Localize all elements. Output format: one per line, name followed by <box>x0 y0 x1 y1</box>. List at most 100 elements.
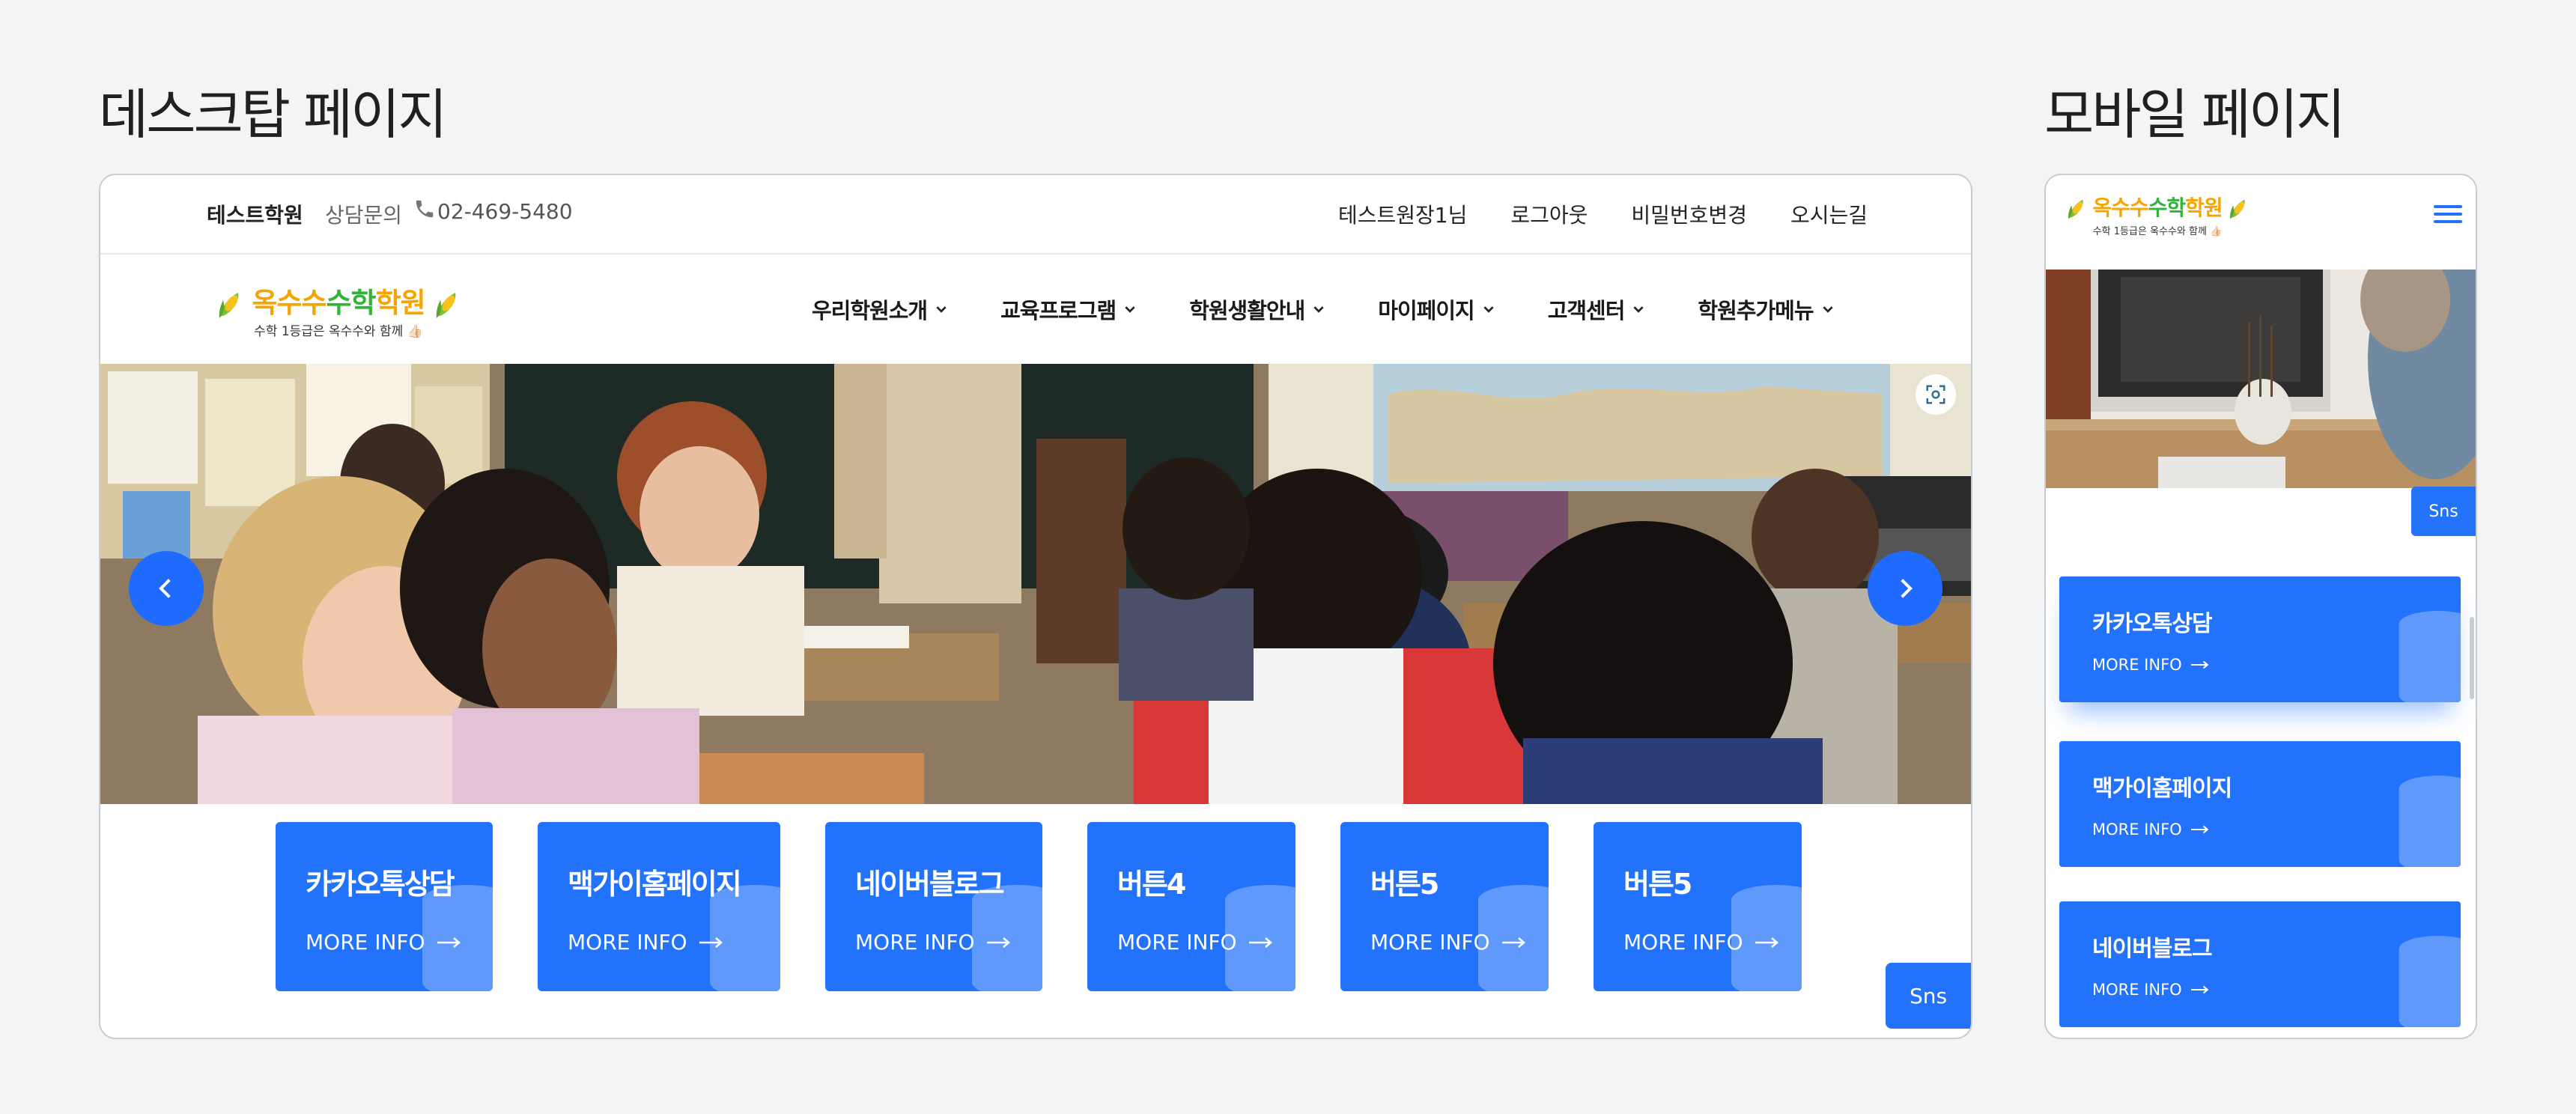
database-icon <box>710 885 780 991</box>
more-info-label: MORE INFO <box>2092 981 2182 999</box>
corn-icon <box>2068 199 2083 219</box>
academy-name[interactable]: 테스트학원 <box>207 199 303 229</box>
quick-button-title: 버튼5 <box>1370 868 1439 901</box>
database-icon <box>1478 885 1549 991</box>
quick-button-title: 버튼5 <box>1623 868 1692 901</box>
database-icon <box>2399 611 2461 702</box>
mobile-sns-button[interactable]: Sns <box>2411 487 2476 536</box>
quick-button-title: 버튼4 <box>1117 868 1186 901</box>
nav-label: 우리학원소개 <box>812 298 928 323</box>
more-info-link: MORE INFO <box>2092 981 2209 999</box>
logo-text-1: 옥수수 <box>252 287 326 319</box>
chevron-right-icon <box>1901 579 1913 598</box>
database-icon <box>2399 776 2461 867</box>
hero-classroom-image <box>100 364 1971 804</box>
logo-text-1: 옥수수 <box>2092 195 2148 220</box>
more-info-label: MORE INFO <box>1370 930 1490 955</box>
quick-button-6[interactable]: 버튼5 MORE INFO <box>1594 822 1802 991</box>
logo-text-2: 수학 <box>326 287 376 319</box>
more-info-label: MORE INFO <box>568 930 687 955</box>
desktop-section-title: 데스크탑 페이지 <box>99 83 448 146</box>
database-icon <box>1225 885 1295 991</box>
nav-label: 고객센터 <box>1547 298 1626 323</box>
nav-label: 학원추가메뉴 <box>1698 298 1814 323</box>
nav-label: 학원생활안내 <box>1189 298 1305 323</box>
quick-button-homepage[interactable]: 맥가이홈페이지 MORE INFO <box>538 822 780 991</box>
chevron-down-icon <box>1822 306 1833 313</box>
more-info-link: MORE INFO <box>2092 656 2209 674</box>
corn-icon <box>219 292 239 318</box>
nav-label: 교육프로그램 <box>1000 298 1117 323</box>
logo-text-2: 수학 <box>2148 195 2187 220</box>
mobile-quick-button-homepage[interactable]: 맥가이홈페이지 MORE INFO <box>2059 741 2461 867</box>
quick-button-title: 맥가이홈페이지 <box>2092 776 2232 802</box>
logo-text-3: 학원 <box>2185 195 2223 220</box>
main-menu: 우리학원소개 교육프로그램 학원생활안내 마이페이지 고객센터 학원추가메뉴 <box>812 293 1835 325</box>
top-link-directions[interactable]: 오시는길 <box>1790 199 1868 229</box>
mobile-scrollbar[interactable] <box>2470 617 2474 699</box>
more-info-label: MORE INFO <box>855 930 975 955</box>
database-icon <box>972 885 1042 991</box>
chevron-down-icon <box>1125 306 1135 313</box>
top-link-logout[interactable]: 로그아웃 <box>1510 199 1588 229</box>
more-info-label: MORE INFO <box>2092 656 2182 674</box>
more-info-label: MORE INFO <box>306 930 425 955</box>
quick-button-title: 카카오톡상담 <box>2092 611 2213 637</box>
quick-button-naver-blog[interactable]: 네이버블로그 MORE INFO <box>825 822 1042 991</box>
mobile-hero-slider[interactable] <box>2046 270 2476 488</box>
database-icon <box>422 885 493 991</box>
mobile-academy-logo[interactable]: 옥수수수학학원 수학 1등급은 옥수수와 함께 👍🏻 <box>2062 192 2253 244</box>
desktop-preview: 테스트학원 상담문의 02-469-5480 테스트원장1님 로그아웃 비밀번호… <box>99 174 1972 1039</box>
phone-number[interactable]: 02-469-5480 <box>437 199 573 224</box>
mobile-quick-button-naver-blog[interactable]: 네이버블로그 MORE INFO <box>2059 901 2461 1027</box>
chevron-down-icon <box>1313 306 1324 313</box>
quick-buttons: 카카오톡상담 MORE INFO 맥가이홈페이지 MORE INFO 네이버블로… <box>100 822 1971 991</box>
nav-item-support[interactable]: 고객센터 <box>1548 293 1646 325</box>
nav-item-programs[interactable]: 교육프로그램 <box>1000 293 1137 325</box>
slider-next-button[interactable] <box>1868 551 1942 626</box>
corn-icon <box>2230 199 2246 219</box>
arrow-right-icon <box>2190 825 2209 834</box>
nav-item-about[interactable]: 우리학원소개 <box>812 293 948 325</box>
database-icon <box>1731 885 1802 991</box>
main-navbar: 옥수수수학학원 수학 1등급은 옥수수와 함께 👍🏻 우리학원소개 교육프로그램… <box>100 255 1971 364</box>
chevron-down-icon <box>936 306 947 313</box>
top-link-user[interactable]: 테스트원장1님 <box>1338 199 1467 229</box>
chevron-down-icon <box>1483 306 1494 313</box>
more-info-label: MORE INFO <box>2092 821 2182 838</box>
corn-icon <box>436 292 455 318</box>
sns-button[interactable]: Sns <box>1886 963 1971 1029</box>
more-info-label: MORE INFO <box>1623 930 1743 955</box>
hamburger-icon[interactable] <box>2432 202 2464 226</box>
arrow-right-icon <box>2190 985 2209 994</box>
fullscreen-button[interactable] <box>1916 374 1956 415</box>
mobile-hero-image <box>2046 270 2476 488</box>
top-links: 테스트원장1님 로그아웃 비밀번호변경 오시는길 <box>1338 199 1868 229</box>
mobile-preview: 옥수수수학학원 수학 1등급은 옥수수와 함께 👍🏻 Sns 카카오톡상담 MO… <box>2044 174 2477 1039</box>
scan-icon <box>1926 385 1945 404</box>
hero-slider[interactable] <box>100 364 1971 804</box>
slider-prev-button[interactable] <box>129 551 204 626</box>
database-icon <box>2399 936 2461 1027</box>
mobile-section-title: 모바일 페이지 <box>2044 83 2345 146</box>
consult-label: 상담문의 <box>325 203 403 228</box>
nav-label: 마이페이지 <box>1378 298 1474 323</box>
quick-button-kakao[interactable]: 카카오톡상담 MORE INFO <box>276 822 493 991</box>
nav-item-life[interactable]: 학원생활안내 <box>1189 293 1325 325</box>
nav-item-mypage[interactable]: 마이페이지 <box>1378 293 1495 325</box>
phone-icon <box>416 200 434 218</box>
quick-button-4[interactable]: 버튼4 MORE INFO <box>1087 822 1295 991</box>
top-bar: 테스트학원 상담문의 02-469-5480 테스트원장1님 로그아웃 비밀번호… <box>100 175 1971 255</box>
academy-logo[interactable]: 옥수수수학학원 수학 1등급은 옥수수와 함께 👍🏻 <box>211 280 466 340</box>
mobile-quick-button-kakao[interactable]: 카카오톡상담 MORE INFO <box>2059 576 2461 702</box>
top-link-change-password[interactable]: 비밀번호변경 <box>1631 199 1747 229</box>
logo-subtitle: 수학 1등급은 옥수수와 함께 👍🏻 <box>254 324 423 339</box>
chevron-left-icon <box>159 579 171 598</box>
more-info-link: MORE INFO <box>2092 821 2209 838</box>
nav-item-extra[interactable]: 학원추가메뉴 <box>1698 293 1834 325</box>
quick-button-5[interactable]: 버튼5 MORE INFO <box>1340 822 1549 991</box>
more-info-label: MORE INFO <box>1117 930 1237 955</box>
logo-subtitle: 수학 1등급은 옥수수와 함께 👍🏻 <box>2092 226 2223 237</box>
chevron-down-icon <box>1633 306 1644 313</box>
logo-text-3: 학원 <box>375 287 426 319</box>
